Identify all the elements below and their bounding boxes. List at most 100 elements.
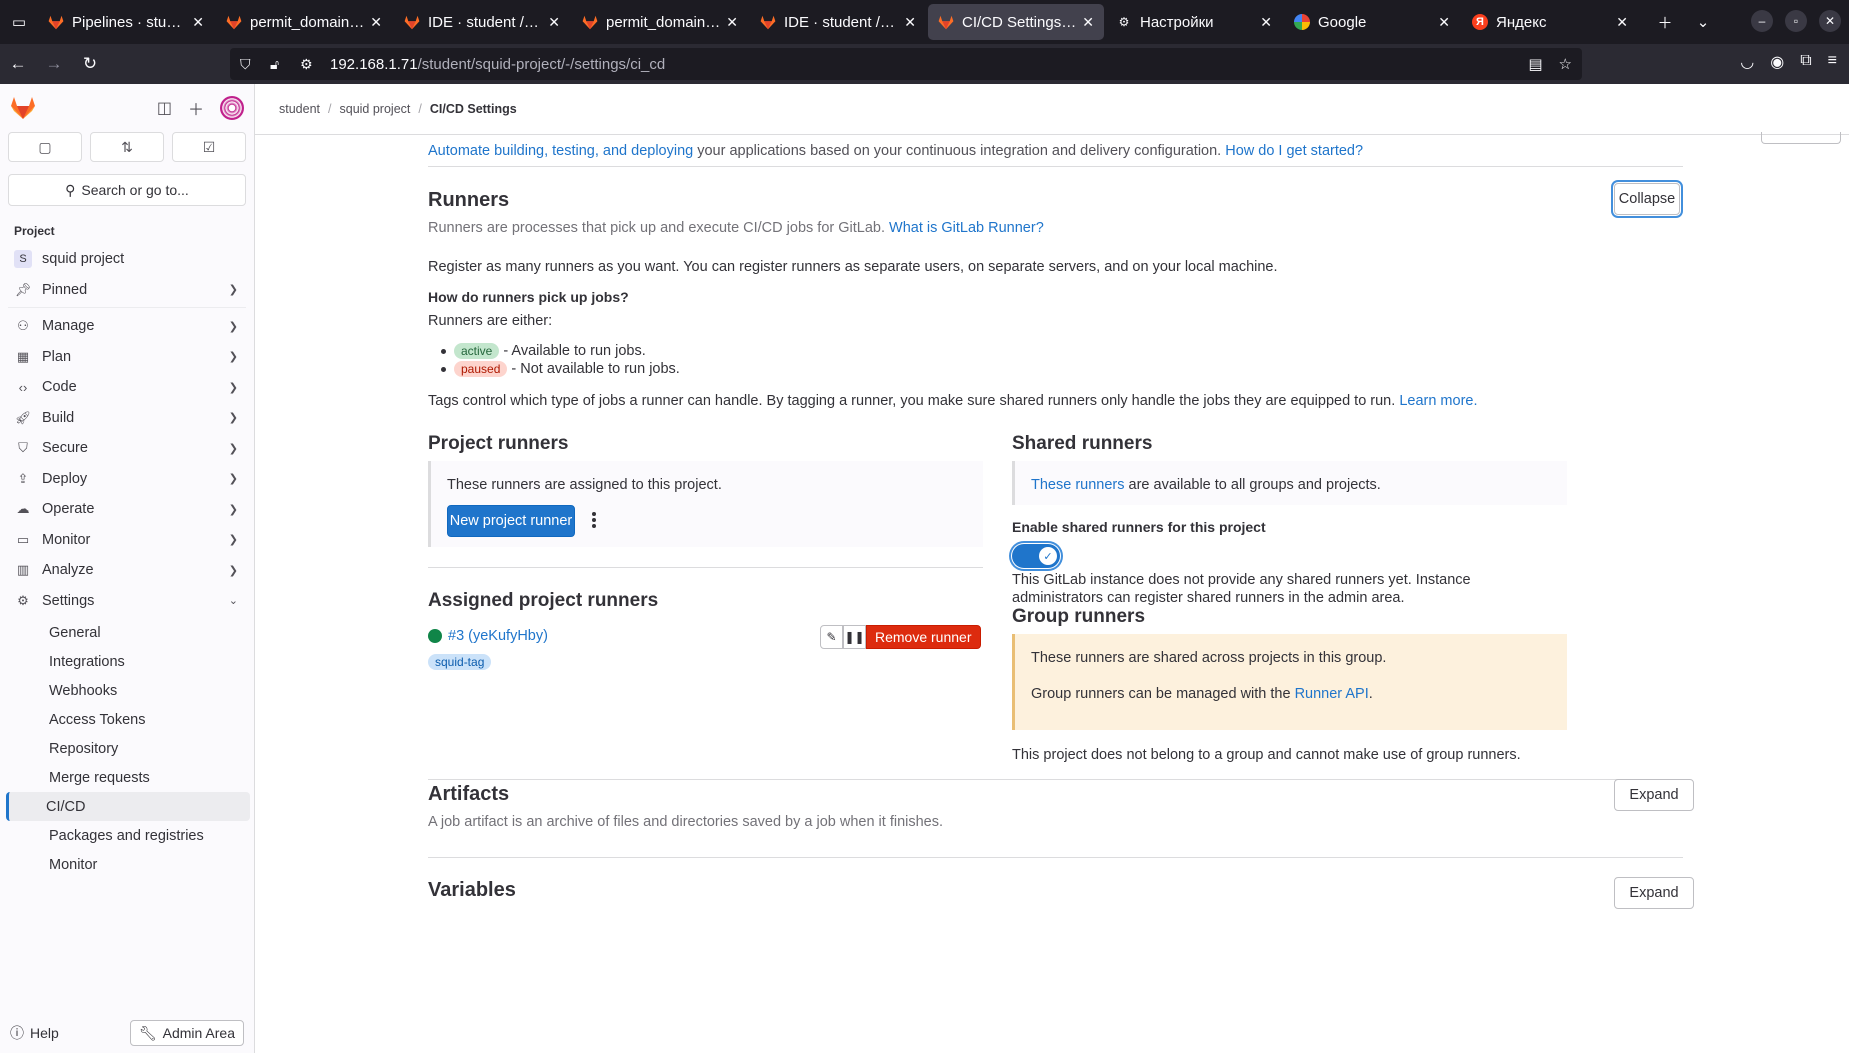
variables-expand-button[interactable]: Expand [1614, 877, 1694, 909]
close-window-icon[interactable]: ✕ [1819, 10, 1841, 32]
sidebar-subitem-packages-and-registries[interactable]: Packages and registries [6, 821, 250, 850]
search-button[interactable]: ⚲ Search or go to... [8, 174, 246, 206]
sidebar-subitem-ci-cd[interactable]: CI/CD [6, 792, 250, 821]
sidebar-item-manage[interactable]: ⚇ Manage ❯ [0, 311, 254, 342]
get-started-link[interactable]: How do I get started? [1225, 143, 1363, 159]
shield-icon[interactable]: ⛉ [240, 56, 262, 73]
back-icon[interactable]: ← [0, 44, 36, 84]
sidebar-item-secure[interactable]: ⛉ Secure ❯ [0, 433, 254, 464]
sidebar-item-build[interactable]: 🚀︎ Build ❯ [0, 403, 254, 434]
reload-icon[interactable]: ↻ [72, 44, 108, 84]
avatar[interactable] [220, 96, 244, 120]
sidebar-subitem-repository[interactable]: Repository [6, 734, 250, 763]
browser-tab[interactable]: CI/CD Settings · CI/CD ✕ [928, 4, 1104, 40]
close-tab-icon[interactable]: ✕ [1438, 14, 1450, 31]
admin-icon: 🔧︎ [138, 1024, 157, 1041]
close-tab-icon[interactable]: ✕ [192, 14, 204, 31]
sidebar-item-analyze[interactable]: ▥ Analyze ❯ [0, 555, 254, 586]
sidebar-subitem-monitor[interactable]: Monitor [6, 850, 250, 879]
breadcrumb-project[interactable]: squid project [340, 102, 411, 116]
reader-view-icon[interactable]: ▤ [1528, 55, 1542, 73]
runner-link[interactable]: #3 (yeKufyHby) [448, 628, 548, 644]
chevron-right-icon: ❯ [228, 473, 238, 486]
sidebar-subitem-integrations[interactable]: Integrations [6, 647, 250, 676]
gitlab-logo-icon[interactable] [10, 96, 36, 120]
artifacts-expand-button[interactable]: Expand [1614, 779, 1694, 811]
sidebar-item-deploy[interactable]: ⇪ Deploy ❯ [0, 464, 254, 495]
what-is-runner-link[interactable]: What is GitLab Runner? [889, 220, 1044, 236]
browser-tab[interactable]: permit_domains.txt ✕ [572, 4, 748, 40]
sidebar-toggle-icon[interactable]: ◫ [157, 98, 172, 118]
runner-api-link[interactable]: Runner API [1295, 686, 1369, 702]
issues-icon[interactable]: ▢ [8, 132, 82, 162]
sidebar-subitem-access-tokens[interactable]: Access Tokens [6, 705, 250, 734]
list-item: paused - Not available to run jobs. [454, 361, 680, 377]
close-tab-icon[interactable]: ✕ [370, 14, 382, 31]
browser-nav-bar: ← → ↻ ⛉ 🔓︎ ⚙︎ 192.168.1.71/student/squid… [0, 44, 1849, 84]
close-tab-icon[interactable]: ✕ [726, 14, 738, 31]
merge-requests-icon[interactable]: ⇅ [90, 132, 164, 162]
restore-icon[interactable]: ▫ [1785, 10, 1807, 32]
pipelines-intro: Automate building, testing, and deployin… [428, 143, 1364, 159]
browser-tab[interactable]: Pipelines · student ✕ [38, 4, 214, 40]
sidebar-item-settings[interactable]: ⚙ Settings ⌄ [0, 586, 254, 617]
new-tab-icon[interactable]: ＋ [1646, 0, 1684, 44]
sidebar-item-pinned[interactable]: 📌︎ Pinned ❯ [0, 275, 254, 306]
breadcrumb-current[interactable]: CI/CD Settings [430, 102, 517, 116]
tab-list-icon[interactable]: ▭ [0, 0, 38, 44]
browser-tab[interactable]: IDE · student / squid ✕ [394, 4, 570, 40]
automate-link[interactable]: Automate building, testing, and deployin… [428, 143, 693, 159]
sidebar-item-plan[interactable]: ▦ Plan ❯ [0, 342, 254, 373]
remove-runner-button[interactable]: Remove runner [866, 625, 981, 649]
permissions-icon[interactable]: ⚙︎ [300, 56, 322, 73]
edit-pencil-icon[interactable]: ✎ [820, 625, 843, 649]
close-tab-icon[interactable]: ✕ [1260, 14, 1272, 31]
these-runners-link[interactable]: These runners [1031, 477, 1125, 493]
create-new-icon[interactable]: ＋ [188, 96, 204, 120]
sidebar-item-operate[interactable]: ☁ Operate ❯ [0, 494, 254, 525]
new-project-runner-button[interactable]: New project runner [447, 505, 575, 537]
runner-row: #3 (yeKufyHby) [428, 628, 548, 644]
browser-tab[interactable]: IDE · student / squid ✕ [750, 4, 926, 40]
breadcrumb-student[interactable]: student [279, 102, 320, 116]
sidebar-subitem-general[interactable]: General [6, 618, 250, 647]
admin-area-button[interactable]: 🔧︎ Admin Area [129, 1020, 244, 1046]
menu-icon[interactable]: ≡ [1828, 52, 1837, 72]
insecure-lock-icon[interactable]: 🔓︎ [270, 56, 292, 73]
sidebar-item-monitor[interactable]: ▭ Monitor ❯ [0, 525, 254, 556]
learn-more-link[interactable]: Learn more. [1399, 393, 1477, 409]
forward-icon[interactable]: → [36, 44, 72, 84]
browser-tab[interactable]: Google ✕ [1284, 4, 1460, 40]
extensions-icon[interactable]: ⧉ [1800, 52, 1811, 72]
shared-runners-toggle[interactable]: ✓ [1012, 544, 1060, 568]
sidebar-project[interactable]: S squid project [0, 244, 254, 275]
url-bar[interactable]: ⛉ 🔓︎ ⚙︎ 192.168.1.71/student/squid-proje… [230, 48, 1582, 80]
account-icon[interactable]: ◉ [1770, 52, 1784, 72]
tab-overflow-chevron-icon[interactable]: ⌄ [1684, 0, 1722, 44]
close-tab-icon[interactable]: ✕ [904, 14, 916, 31]
help-button[interactable]: ⓘ Help [10, 1023, 59, 1043]
minimize-icon[interactable]: – [1751, 10, 1773, 32]
close-tab-icon[interactable]: ✕ [548, 14, 560, 31]
close-tab-icon[interactable]: ✕ [1616, 14, 1628, 31]
collapse-button[interactable]: Collapse [1614, 183, 1680, 215]
bookmark-star-icon[interactable]: ☆ [1559, 55, 1572, 73]
sidebar-subitem-merge-requests[interactable]: Merge requests [6, 763, 250, 792]
expand-button-ghost [1761, 132, 1841, 144]
sidebar-subitem-webhooks[interactable]: Webhooks [6, 676, 250, 705]
todo-icon[interactable]: ☑ [172, 132, 246, 162]
close-tab-icon[interactable]: ✕ [1082, 14, 1094, 31]
pocket-icon[interactable]: ◡ [1740, 52, 1754, 72]
sidebar: ◫ ＋ ▢ ⇅ ☑ ⚲ Search or go to... Project S… [0, 84, 255, 1053]
assigned-runners-title: Assigned project runners [428, 590, 659, 611]
group-runners-note: This project does not belong to a group … [1012, 747, 1521, 763]
sidebar-item-code[interactable]: ‹› Code ❯ [0, 372, 254, 403]
pause-icon[interactable]: ❚❚ [843, 625, 866, 649]
pin-icon: 📌︎ [14, 281, 32, 297]
rocket-icon: 🚀︎ [14, 409, 32, 425]
browser-tab[interactable]: ⚙ Настройки ✕ [1106, 4, 1282, 40]
more-actions-icon[interactable] [586, 511, 602, 529]
gitlab-favicon-icon [404, 14, 420, 30]
browser-tab[interactable]: permit_domains.txt ✕ [216, 4, 392, 40]
browser-tab[interactable]: Я Яндекс ✕ [1462, 4, 1638, 40]
